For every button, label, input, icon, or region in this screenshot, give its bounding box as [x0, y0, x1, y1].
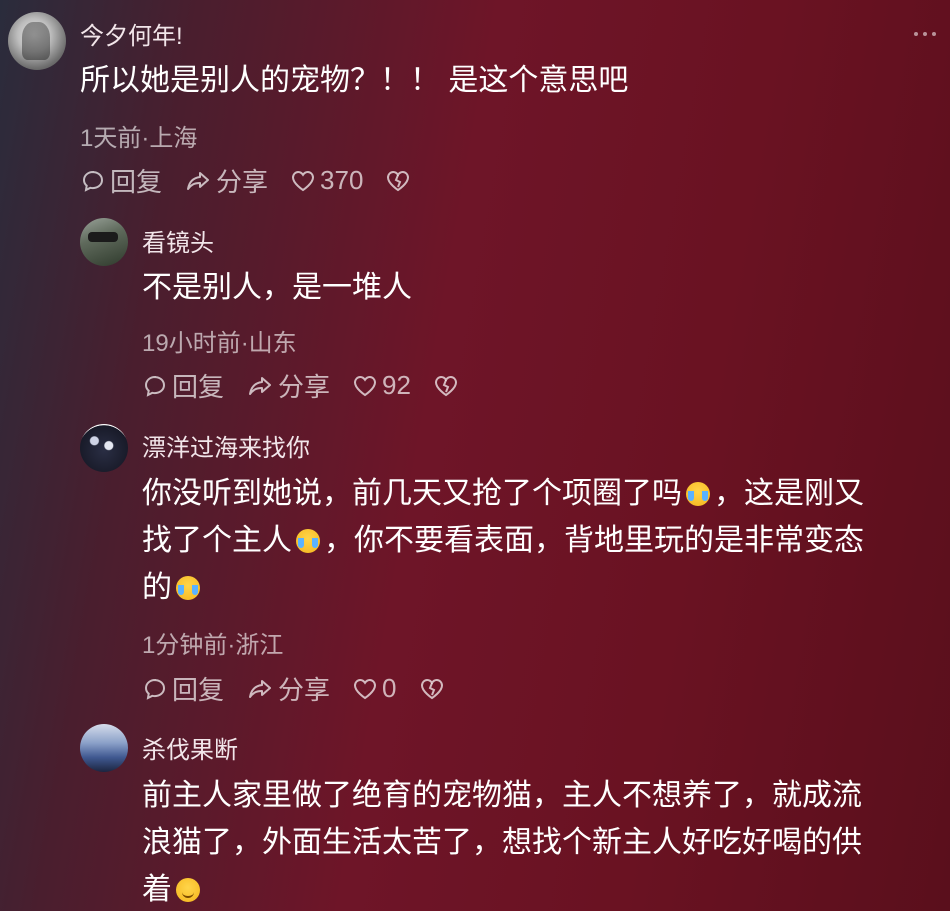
like-count: 0 [382, 673, 397, 703]
share-arrow-icon [249, 376, 272, 395]
reply-label: 回复 [172, 675, 225, 705]
more-dots-icon[interactable] [914, 32, 936, 36]
crying-emoji-icon [176, 576, 200, 600]
broken-heart-icon [420, 678, 443, 699]
username[interactable]: 杀伐果断 [142, 730, 238, 765]
share-button[interactable]: 分享 [184, 162, 268, 199]
broken-heart-icon [434, 375, 457, 396]
crying-emoji-icon [296, 529, 320, 553]
comment-actions: 回复 分享 370 [80, 162, 437, 199]
comment-actions: 回复 分享 0 [142, 670, 471, 707]
share-arrow-icon [187, 171, 210, 190]
like-count: 92 [382, 370, 411, 400]
dislike-button[interactable] [419, 677, 449, 701]
comment-text-line: 浪猫了，外面生活太苦了，想找个新主人好吃好喝的供 [142, 826, 862, 859]
comment-meta: 1分钟前·浙江 [142, 632, 284, 659]
share-button[interactable]: 分享 [246, 367, 330, 404]
like-button[interactable]: 370 [290, 165, 363, 196]
comment-text-line: 找了个主人 ，你不要看表面，背地里玩的是非常变态 [142, 524, 864, 557]
reply-label: 回复 [172, 372, 225, 402]
comment-text-line: 你没听到她说，前几天又抢了个项圈了吗 ，这是刚又 [142, 477, 864, 510]
share-label: 分享 [278, 372, 331, 402]
comment-text: 不是别人，是一堆人 [142, 271, 412, 304]
broken-heart-icon [387, 170, 410, 191]
comment-actions: 回复 分享 92 [142, 367, 485, 404]
chat-bubble-icon [82, 170, 104, 192]
dislike-button[interactable] [385, 169, 415, 193]
comment-text: 你没听到她说，前几天又抢了个项圈了吗 ，这是刚又 找了个主人 ，你不要看表面，背地里… [142, 470, 942, 611]
reply-button[interactable]: 回复 [142, 670, 224, 707]
comment-text-line: 着 [142, 866, 947, 911]
share-arrow-icon [249, 679, 272, 698]
smile-emoji-icon [176, 878, 200, 902]
reply-label: 回复 [110, 167, 163, 197]
share-label: 分享 [278, 675, 331, 705]
share-label: 分享 [216, 167, 269, 197]
crying-emoji-icon [686, 482, 710, 506]
comment-text: 前主人家里做了绝育的宠物猫，主人不想养了，就成流 浪猫了，外面生活太苦了，想找个… [142, 772, 947, 911]
share-button[interactable]: 分享 [246, 670, 330, 707]
avatar[interactable] [80, 424, 128, 472]
comment-text-line: 的 [142, 564, 942, 611]
reply-button[interactable]: 回复 [142, 367, 224, 404]
comment-meta: 1天前·上海 [80, 125, 198, 152]
heart-icon [292, 170, 315, 191]
heart-icon [354, 678, 377, 699]
avatar[interactable] [8, 12, 66, 70]
username[interactable]: 看镜头 [142, 223, 214, 258]
comment-meta: 19小时前·山东 [142, 330, 297, 357]
username[interactable]: 漂洋过海来找你 [142, 428, 310, 463]
chat-bubble-icon [144, 375, 166, 397]
dislike-button[interactable] [433, 374, 463, 398]
like-button[interactable]: 92 [352, 370, 411, 401]
heart-icon [354, 375, 377, 396]
reply-button[interactable]: 回复 [80, 162, 162, 199]
avatar[interactable] [80, 724, 128, 772]
comment-text-line: 前主人家里做了绝育的宠物猫，主人不想养了，就成流 [142, 779, 862, 812]
avatar[interactable] [80, 218, 128, 266]
like-count: 370 [320, 165, 364, 195]
username[interactable]: 今夕何年! [80, 16, 183, 51]
chat-bubble-icon [144, 678, 166, 700]
like-button[interactable]: 0 [352, 673, 397, 704]
comment-text: 所以她是别人的宠物？！！ 是这个意思吧 [80, 64, 629, 97]
